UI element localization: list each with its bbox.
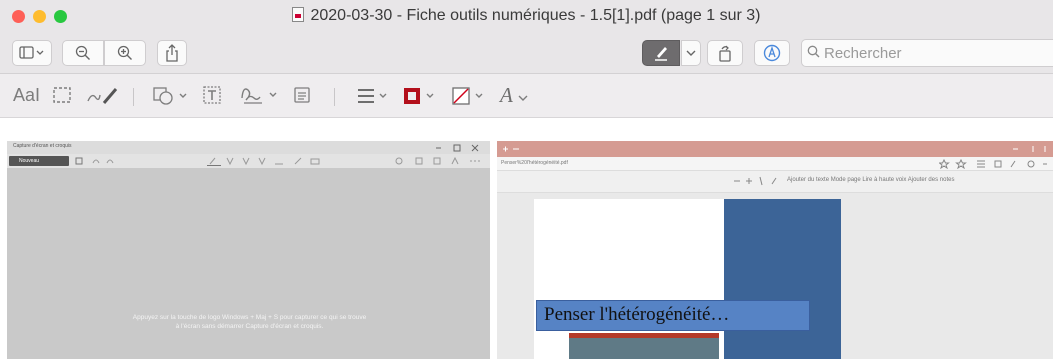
zoom-in-icon: [117, 45, 132, 60]
search-field[interactable]: Rechercher: [801, 39, 1053, 67]
shapes-tool[interactable]: [152, 86, 190, 111]
sidebar-toggle-button[interactable]: [12, 40, 52, 66]
browser-tab-bar: [497, 141, 1053, 157]
text-box-icon: [203, 86, 221, 104]
markup-toolbar-toggle[interactable]: [642, 40, 680, 66]
pdf-title-text: Penser l'hétérogénéité…: [544, 304, 730, 325]
new-tab-icon: [503, 146, 519, 152]
snip-title-bar: Capture d'écran et croquis: [7, 141, 490, 154]
pdf-tools-text[interactable]: Ajouter du texte Mode page Lire à haute …: [787, 177, 954, 183]
snip-window-title: Capture d'écran et croquis: [13, 143, 72, 149]
text-style-tool[interactable]: A: [500, 83, 513, 108]
text-style-chevron[interactable]: [518, 87, 528, 108]
text-selection-tool[interactable]: AaI: [13, 85, 40, 106]
markup-circle-icon: [763, 44, 781, 62]
note-tool[interactable]: [293, 86, 311, 109]
search-placeholder: Rechercher: [824, 45, 902, 62]
sidebar-icon: [19, 46, 44, 59]
snip-pen-icons: [207, 157, 320, 166]
border-color-icon: [404, 88, 434, 104]
line-style-icon: [358, 89, 387, 103]
pdf-tools-bar: Ajouter du texte Mode page Lire à haute …: [497, 171, 1053, 193]
preview-window: 2020-03-30 - Fiche outils numériques - 1…: [0, 0, 1053, 359]
snip-sketch-screenshot: Capture d'écran et croquis Nouveau Appuy…: [7, 141, 490, 359]
snip-right-icons: [395, 157, 480, 165]
annotate-circle-button[interactable]: [754, 40, 790, 66]
border-color-tool[interactable]: [402, 86, 438, 111]
main-toolbar: Rechercher: [0, 32, 1053, 74]
markup-toolbar: AaI A: [0, 74, 1053, 118]
snip-window-controls: [436, 144, 479, 152]
zoom-out-button[interactable]: [62, 40, 104, 66]
signature-tool[interactable]: [240, 84, 282, 111]
shapes-icon: [153, 87, 187, 105]
chevron-down-icon: [686, 50, 696, 56]
note-icon: [294, 87, 310, 103]
toolbar-divider: [133, 88, 134, 106]
markup-options-button[interactable]: [681, 40, 701, 66]
shape-style-tool[interactable]: [356, 87, 390, 110]
pdf-title-banner: Penser l'hétérogénéité…: [536, 300, 810, 331]
sketch-icon: [87, 88, 118, 104]
toolbar-divider: [334, 88, 335, 106]
browser-action-icons: [939, 159, 1047, 169]
zoom-out-icon: [75, 45, 90, 60]
signature-icon: [241, 88, 277, 104]
rotate-button[interactable]: [707, 40, 743, 66]
zoom-in-button[interactable]: [104, 40, 146, 66]
window-title: 2020-03-30 - Fiche outils numériques - 1…: [310, 7, 761, 24]
snip-new-label: Nouveau: [19, 158, 40, 164]
snip-new-button[interactable]: Nouveau: [9, 156, 69, 166]
font-style-label: A: [500, 83, 513, 107]
pdf-document-icon: [292, 7, 305, 22]
share-icon: [166, 44, 178, 62]
rectangular-selection-tool[interactable]: [52, 86, 72, 109]
pdf-viewer-screenshot: Penser%20l'hétérogénéité.pdf Ajouter du …: [497, 141, 1053, 359]
window-title-area: 2020-03-30 - Fiche outils numériques - 1…: [0, 7, 1053, 25]
text-box-tool[interactable]: [202, 85, 222, 110]
fill-color-icon: [452, 87, 483, 105]
snip-instructions: Appuyez sur la touche de logo Windows + …: [132, 314, 367, 330]
rect-select-icon: [53, 87, 71, 103]
rotate-icon: [719, 45, 731, 62]
pdf-page-photo: [569, 333, 719, 359]
snip-toolbar: Nouveau: [7, 154, 490, 168]
pdf-page-blue-band: [724, 199, 841, 359]
chevron-down-icon: [518, 95, 528, 101]
pen-icon: [655, 47, 667, 61]
fill-color-tool[interactable]: [451, 86, 487, 111]
share-button[interactable]: [157, 40, 187, 66]
browser-window-controls: [1013, 146, 1046, 152]
search-icon: [807, 45, 820, 61]
zoom-controls-icons: [734, 176, 777, 186]
snip-tool-icons: [75, 157, 114, 165]
sketch-tool[interactable]: [86, 84, 122, 111]
browser-address: Penser%20l'hétérogénéité.pdf: [501, 160, 568, 166]
browser-address-bar[interactable]: Penser%20l'hétérogénéité.pdf: [497, 157, 1053, 171]
title-bar: 2020-03-30 - Fiche outils numériques - 1…: [0, 0, 1053, 32]
